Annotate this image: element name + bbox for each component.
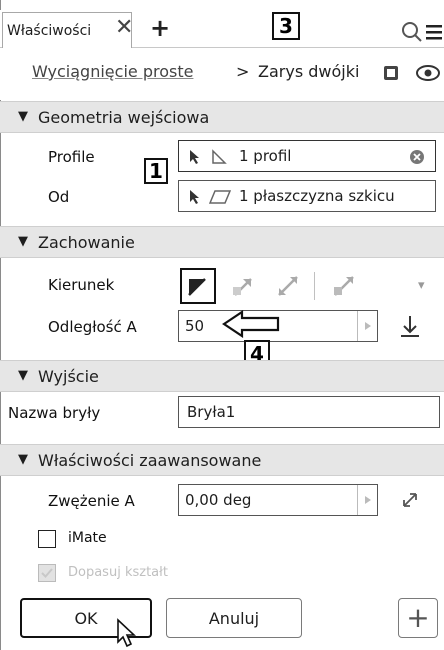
direction-symmetric-icon <box>278 276 298 296</box>
button-divider <box>314 272 315 300</box>
tab-title: Właściwości <box>7 22 92 39</box>
section-title: Wyjście <box>38 367 99 386</box>
section-title: Właściwości zaawansowane <box>38 451 262 470</box>
menu-icon[interactable] <box>424 22 444 42</box>
breadcrumb-separator: > <box>236 62 250 81</box>
cube-icon[interactable] <box>382 63 402 83</box>
play-arrow-icon <box>365 496 371 504</box>
direction-label: Kierunek <box>48 276 115 294</box>
cancel-button[interactable]: Anuluj <box>166 598 302 638</box>
add-tab-icon[interactable]: + <box>150 16 170 40</box>
breadcrumb-extrude[interactable]: Wyciągnięcie proste <box>32 62 193 81</box>
section-title: Zachowanie <box>38 233 135 252</box>
section-advanced[interactable]: ▼ Właściwości zaawansowane <box>0 444 444 476</box>
taper-input[interactable]: 0,00 deg <box>178 484 378 516</box>
profile-selector[interactable]: 1 profil <box>178 140 436 172</box>
direction-asymmetric-icon <box>334 276 354 296</box>
taper-menu-arrow[interactable] <box>357 485 378 515</box>
section-input-geometry[interactable]: ▼ Geometria wejściowa <box>0 101 444 133</box>
clear-selection-icon[interactable] <box>409 149 425 165</box>
callout-3: 3 <box>272 12 300 40</box>
direction-asymmetric-button[interactable] <box>326 268 362 304</box>
fit-shape-label: Dopasuj kształt <box>68 565 168 580</box>
eye-icon[interactable] <box>415 64 441 82</box>
breadcrumb-feature-name[interactable]: Zarys dwójki <box>258 62 359 81</box>
distance-menu-arrow[interactable] <box>357 311 378 341</box>
imate-label: iMate <box>68 530 107 546</box>
mouse-pointer-icon <box>117 618 137 648</box>
from-value: 1 płaszczyzna szkicu <box>239 187 395 205</box>
direction-symmetric-button[interactable] <box>270 268 306 304</box>
direction-default-button[interactable] <box>180 268 216 304</box>
plane-icon <box>209 190 231 204</box>
cursor-icon <box>190 150 199 164</box>
play-arrow-icon <box>365 322 371 330</box>
profile-value: 1 profil <box>239 147 292 165</box>
profile-label: Profile <box>48 148 95 166</box>
distance-value: 50 <box>185 317 205 335</box>
taper-value: 0,00 deg <box>185 491 252 509</box>
measure-icon[interactable] <box>398 314 422 340</box>
breadcrumb: Wyciągnięcie proste > Zarys dwójki <box>0 48 444 100</box>
from-label: Od <box>48 188 70 206</box>
distance-label: Odległość A <box>48 318 137 336</box>
direction-default-icon <box>188 278 206 296</box>
from-selector[interactable]: 1 płaszczyzna szkicu <box>178 180 436 212</box>
direction-flipped-button[interactable] <box>226 268 262 304</box>
body-name-label: Nazwa bryły <box>8 404 101 422</box>
close-icon[interactable]: ✕ <box>115 17 133 39</box>
body-name-value: Bryła1 <box>187 403 236 421</box>
taper-label: Zwężenie A <box>48 492 135 510</box>
tab-bar: Właściwości ✕ + 3 <box>0 10 444 48</box>
tab-properties[interactable]: Właściwości <box>2 12 132 48</box>
imate-checkbox[interactable] <box>38 530 56 548</box>
collapse-icon: ▼ <box>18 452 28 467</box>
direction-flipped-icon <box>233 278 252 296</box>
collapse-icon: ▼ <box>18 234 28 249</box>
annotation-arrow-icon <box>222 310 280 338</box>
flip-taper-icon[interactable] <box>398 488 422 512</box>
callout-1: 1 <box>144 158 168 184</box>
cursor-icon <box>190 190 199 204</box>
section-output[interactable]: ▼ Wyjście <box>0 360 444 392</box>
section-title: Geometria wejściowa <box>38 108 210 127</box>
search-icon[interactable] <box>400 20 424 44</box>
section-behavior[interactable]: ▼ Zachowanie <box>0 226 444 258</box>
body-name-input[interactable]: Bryła1 <box>178 396 440 428</box>
checkmark-icon <box>41 568 53 578</box>
collapse-icon: ▼ <box>18 109 28 124</box>
fit-shape-checkbox[interactable] <box>38 564 56 582</box>
add-button[interactable]: + <box>398 598 438 638</box>
chevron-down-icon[interactable]: ▾ <box>418 278 425 293</box>
collapse-icon: ▼ <box>18 368 28 383</box>
profile-icon <box>212 149 227 164</box>
